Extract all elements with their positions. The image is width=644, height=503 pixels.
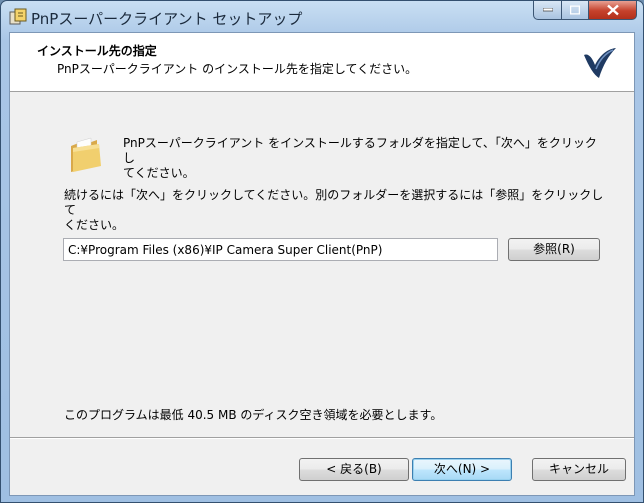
folder-icon [67,136,105,174]
maximize-icon [570,5,580,15]
install-path-input[interactable] [63,238,498,261]
page-subtitle: PnPスーパークライアント のインストール先を指定してください。 [57,62,418,76]
wizard-header: インストール先の指定 PnPスーパークライアント のインストール先を指定してくだ… [10,33,634,92]
installer-icon [9,8,27,26]
minimize-icon [542,8,553,12]
continue-line-1: 続けるには「次へ」をクリックしてください。別のフォルダーを選択するには「参照」を… [64,188,604,217]
minimize-button[interactable] [533,1,562,20]
dialog-client-area: インストール先の指定 PnPスーパークライアント のインストール先を指定してくだ… [9,32,635,496]
close-button[interactable] [589,1,637,20]
title-bar[interactable]: PnPスーパークライアント セットアップ [1,1,643,33]
instruction-text: PnPスーパークライアント をインストールするフォルダを指定して、「次へ」をクリ… [123,136,603,181]
close-icon [606,4,619,16]
continue-line-2: ください。 [64,218,125,232]
caption-buttons [533,1,637,21]
setup-window: PnPスーパークライアント セットアップ インストール先の指定 PnPスーパーク… [0,0,644,503]
window-title: PnPスーパークライアント セットアップ [31,10,303,28]
page-title: インストール先の指定 [37,44,157,58]
footer-divider [10,437,634,439]
setup-logo-icon [582,45,618,81]
instruction-line-1: PnPスーパークライアント をインストールするフォルダを指定して、「次へ」をクリ… [123,136,597,165]
browse-button[interactable]: 参照(R) [508,238,600,261]
disk-space-requirement: このプログラムは最低 40.5 MB のディスク空き領域を必要とします。 [64,408,443,422]
continue-text: 続けるには「次へ」をクリックしてください。別のフォルダーを選択するには「参照」を… [64,188,604,233]
cancel-button[interactable]: キャンセル [532,458,626,481]
instruction-line-2: てください。 [123,166,195,180]
next-button[interactable]: 次へ(N) > [412,458,512,481]
maximize-button[interactable] [562,1,589,20]
back-button[interactable]: < 戻る(B) [299,458,409,481]
